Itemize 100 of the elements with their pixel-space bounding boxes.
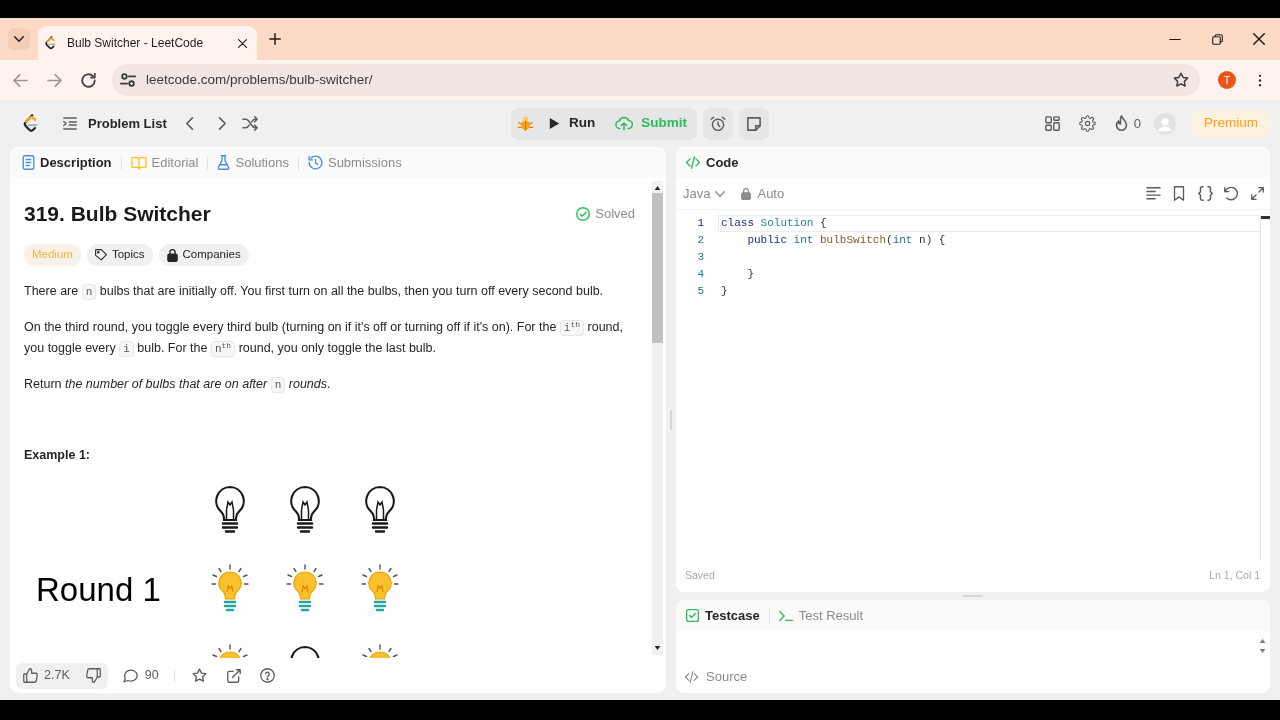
cursor-position: Ln 1, Col 1: [1209, 568, 1260, 584]
line-number: 5: [696, 284, 704, 299]
problem-list-button[interactable]: Problem List: [57, 109, 173, 138]
braces-button[interactable]: [1197, 184, 1213, 203]
problem-title: 319. Bulb Switcher: [24, 201, 211, 227]
layout-grid-icon: [1045, 116, 1061, 131]
example-heading: Example 1:: [24, 447, 91, 463]
close-icon: [1253, 33, 1265, 45]
tag-icon: [94, 249, 107, 261]
panel-title: Code: [706, 153, 739, 172]
comment-icon: [122, 668, 138, 683]
timer-button[interactable]: [703, 107, 733, 140]
description-tab[interactable]: Description: [22, 152, 112, 173]
logo-icon[interactable]: [22, 114, 38, 133]
star-icon: [192, 668, 208, 683]
lock-icon: [741, 187, 752, 200]
line-number: 1: [696, 216, 704, 231]
fullscreen-button[interactable]: [1249, 184, 1265, 203]
document-icon: [22, 155, 35, 170]
address-field[interactable]: leetcode.com/problems/bulb-switcher/: [112, 64, 1200, 96]
help-icon: [260, 668, 276, 683]
line-number: 2: [696, 233, 704, 248]
browser-tab[interactable]: Bulb Switcher - LeetCode: [38, 26, 257, 60]
braces-icon: [1197, 186, 1213, 201]
reload-icon: [80, 72, 96, 88]
shuffle-icon: [242, 116, 260, 131]
expand-icon: [1250, 187, 1264, 200]
site-settings-icon[interactable]: [120, 72, 136, 88]
bookmark-button[interactable]: [1171, 184, 1187, 203]
alarm-clock-icon: [710, 115, 726, 132]
scrollbar-thumb[interactable]: [652, 193, 663, 343]
language-dropdown[interactable]: Java: [683, 183, 726, 204]
checkbox-icon: [686, 609, 699, 622]
play-icon: [549, 117, 560, 130]
save-status: Saved: [685, 568, 715, 584]
code-line[interactable]: class Solution {: [718, 215, 1260, 232]
testcase-tab[interactable]: Testcase: [686, 605, 760, 626]
note-icon: [747, 116, 761, 131]
scroll-down-icon[interactable]: [654, 645, 661, 651]
site-logo-icon: [44, 36, 56, 50]
book-icon: [130, 155, 147, 170]
comments-button[interactable]: 90: [119, 662, 162, 689]
plus-icon: [269, 33, 281, 45]
back-arrow-icon: [12, 73, 28, 87]
description-paragraph: On the third round, you toggle every third bulb (turning on if it's off or turning off if it's on). For the i$^{th}$ round, you toggle every i bulb. For the n$^{th}$ round, you only toggle the last bulb.: [24, 319, 624, 359]
line-number: 3: [696, 250, 704, 265]
flame-icon: [1114, 114, 1128, 133]
forward-arrow-icon: [46, 73, 62, 87]
minimize-icon: [1169, 37, 1181, 41]
description-paragraph: Return the number of bulbs that are on after n rounds.: [24, 376, 332, 395]
undo-icon: [1224, 186, 1238, 201]
notes-button[interactable]: [739, 107, 769, 140]
thumbs-up-icon: [23, 668, 38, 683]
code-line[interactable]: public int bulbSwitch(int n) {: [718, 232, 1260, 249]
tab-list-button[interactable]: [8, 28, 30, 50]
list-icon: [63, 117, 77, 130]
flask-icon: [217, 155, 231, 170]
code-line[interactable]: }: [718, 283, 1260, 300]
chevron-right-icon: [217, 117, 226, 130]
tab-close-button[interactable]: [238, 38, 247, 48]
code-line[interactable]: }: [718, 266, 1260, 283]
profile-avatar[interactable]: T: [1218, 71, 1236, 89]
tag-button[interactable]: Companies: [158, 244, 249, 266]
code-icon: [684, 670, 699, 683]
history-icon: [307, 155, 323, 170]
cloud-upload-icon: [615, 116, 634, 131]
lock-icon: [166, 248, 178, 262]
format-button[interactable]: [1145, 184, 1161, 203]
share-icon: [226, 668, 241, 683]
line-number: 4: [696, 267, 704, 282]
format-icon: [1145, 187, 1161, 200]
bug-icon: [516, 115, 534, 132]
chevron-left-icon: [185, 117, 194, 130]
difficulty-tag: Medium: [24, 244, 81, 266]
restore-icon: [1211, 33, 1223, 45]
bookmark-icon: [1173, 186, 1185, 201]
settings-icon: [1079, 115, 1097, 132]
source-button[interactable]: Source: [684, 666, 748, 687]
scrollbar-track[interactable]: [652, 181, 663, 655]
tag-button[interactable]: Topics: [86, 244, 153, 266]
like-button[interactable]: 2.7K: [16, 662, 76, 689]
round-label: Round 1: [36, 571, 161, 609]
streak-button[interactable]: 0: [1110, 113, 1145, 134]
terminal-icon: [778, 609, 793, 622]
auto-mode-button[interactable]: Auto: [741, 183, 785, 204]
bookmark-star-button[interactable]: [1173, 72, 1189, 88]
scroll-up-icon[interactable]: [654, 185, 661, 191]
reset-button[interactable]: [1223, 184, 1239, 203]
chevron-down-icon: [715, 190, 726, 197]
editor-scrollbar[interactable]: [1260, 215, 1270, 560]
description-paragraph: There are n bulbs that are initially off. You first turn on all the bulbs, then you turn off every second bulb.: [24, 283, 605, 302]
star-icon: [1173, 72, 1189, 88]
run-button[interactable]: Run: [539, 107, 606, 140]
code-icon: [685, 156, 701, 169]
chevron-down-icon: [14, 36, 24, 42]
solved-status[interactable]: Solved: [576, 204, 635, 224]
thumbs-down-icon: [85, 668, 101, 683]
cursor-position-mark: [1261, 216, 1270, 219]
check-circle-icon: [576, 207, 591, 221]
kebab-menu-icon: [1258, 72, 1262, 88]
